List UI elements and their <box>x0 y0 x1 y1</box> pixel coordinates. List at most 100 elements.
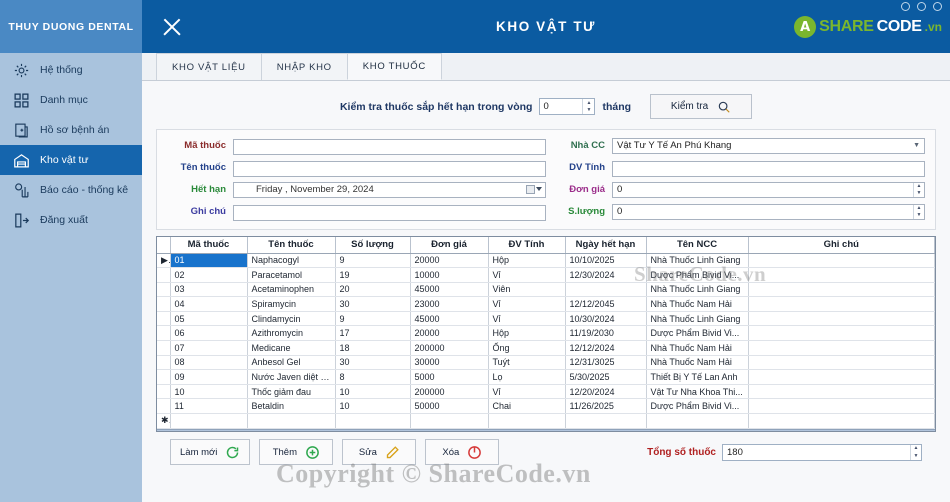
sidebar-item-ho-so-benh-an[interactable]: Hồ sơ bệnh án <box>0 115 142 145</box>
table-cell[interactable]: Viên <box>488 282 566 298</box>
table-cell[interactable]: 200000 <box>410 384 489 400</box>
table-cell[interactable]: Nhà Thuốc Linh Giang <box>646 282 749 298</box>
table-cell[interactable] <box>646 413 749 429</box>
table-cell[interactable]: 03 <box>170 282 248 298</box>
table-cell[interactable]: 8 <box>335 369 411 385</box>
table-cell[interactable]: Hộp <box>488 253 566 269</box>
stepper-down-icon[interactable]: ▼ <box>914 190 924 197</box>
row-selector[interactable] <box>157 355 171 371</box>
table-cell[interactable] <box>247 413 336 429</box>
table-cell[interactable]: 10 <box>335 384 411 400</box>
nha-cc-select[interactable]: Vật Tư Y Tế An Phú Khang ▼ <box>612 137 925 154</box>
table-cell[interactable]: 5000 <box>410 369 489 385</box>
table-cell[interactable]: Ống <box>488 340 566 356</box>
close-button[interactable] <box>933 2 942 11</box>
table-cell[interactable] <box>748 340 935 356</box>
table-cell[interactable]: Hộp <box>488 325 566 342</box>
table-row[interactable]: ▶ 01 Naphacogyl 9 20000 Hộp 10/10/2025 Nhà Thuố… <box>157 253 935 269</box>
refresh-button[interactable]: Làm mới <box>170 439 251 465</box>
table-cell[interactable] <box>748 325 935 342</box>
table-cell[interactable]: Dược Phẩm Bivid Vi... <box>646 267 749 283</box>
table-cell[interactable] <box>410 413 489 429</box>
table-cell[interactable]: Chai <box>488 398 566 415</box>
table-cell[interactable]: 18 <box>335 340 411 356</box>
drug-table[interactable]: Mã thuốc Tên thuốc Số lượng Đơn giá ĐV T… <box>156 236 936 432</box>
table-cell[interactable]: 01 <box>170 253 248 269</box>
table-cell[interactable] <box>748 296 935 312</box>
table-cell[interactable]: Vỉ <box>488 267 566 283</box>
table-cell[interactable] <box>748 267 935 283</box>
table-cell[interactable]: 10 <box>335 398 411 415</box>
row-selector[interactable] <box>157 369 171 385</box>
table-cell[interactable]: Anbesol Gel <box>247 355 336 371</box>
table-cell[interactable]: Thiết Bị Y Tế Lan Anh <box>646 369 749 385</box>
table-cell[interactable]: Nhà Thuốc Linh Giang <box>646 253 749 269</box>
table-cell[interactable]: 50000 <box>410 398 489 415</box>
table-row[interactable]: 10 Thốc giảm đau 10 200000 Vỉ 12/20/2024 Vật T… <box>157 384 935 400</box>
table-cell[interactable] <box>748 384 935 400</box>
table-row[interactable]: 02 Paracetamol 19 10000 Vỉ 12/30/2024 Dược Phẩ… <box>157 267 935 283</box>
row-selector[interactable] <box>157 282 171 298</box>
table-cell[interactable]: 23000 <box>410 296 489 312</box>
so-luong-stepper[interactable]: 0 ▲ ▼ <box>612 203 925 220</box>
table-cell[interactable]: Lọ <box>488 369 566 385</box>
edit-button[interactable]: Sửa <box>342 439 417 465</box>
table-cell[interactable]: 11 <box>170 398 248 415</box>
row-selector[interactable] <box>157 267 171 283</box>
table-cell[interactable]: 12/12/2024 <box>565 340 647 356</box>
column-header[interactable]: Số lượng <box>335 237 411 254</box>
table-row[interactable]: 03 Acetaminophen 20 45000 Viên Nhà Thuốc Linh… <box>157 282 935 298</box>
table-cell[interactable] <box>335 413 411 429</box>
months-input[interactable] <box>540 99 583 114</box>
table-cell[interactable]: 200000 <box>410 340 489 356</box>
row-selector[interactable] <box>157 325 171 342</box>
table-cell[interactable]: Tuýt <box>488 355 566 371</box>
table-cell[interactable]: 17 <box>335 325 411 342</box>
check-button[interactable]: Kiểm tra <box>650 94 753 119</box>
table-cell[interactable]: Thốc giảm đau <box>247 384 336 400</box>
table-cell[interactable]: 20000 <box>410 325 489 342</box>
row-selector[interactable] <box>157 296 171 312</box>
stepper-down-icon[interactable]: ▼ <box>583 107 594 115</box>
table-cell[interactable]: Azithromycin <box>247 325 336 342</box>
table-cell[interactable]: 20 <box>335 282 411 298</box>
minimize-button[interactable] <box>901 2 910 11</box>
table-cell[interactable]: 07 <box>170 340 248 356</box>
table-cell[interactable]: Nhà Thuốc Nam Hải <box>646 296 749 312</box>
ma-thuoc-input[interactable] <box>233 138 546 155</box>
table-cell[interactable]: Dược Phẩm Bivid Vi... <box>646 398 749 415</box>
table-cell[interactable]: 30 <box>335 296 411 312</box>
table-cell[interactable]: 10/30/2024 <box>565 311 647 327</box>
table-cell[interactable]: Dược Phẩm Bivid Vi... <box>646 325 749 342</box>
table-cell[interactable]: 10/10/2025 <box>565 253 647 269</box>
column-header[interactable]: Ghi chú <box>748 237 935 254</box>
tab-kho-vat-lieu[interactable]: KHO VẬT LIỆU <box>156 53 262 80</box>
table-cell[interactable]: 30 <box>335 355 411 371</box>
table-cell[interactable]: Naphacogyl <box>247 253 336 269</box>
table-cell[interactable]: Clindamycin <box>247 311 336 327</box>
table-cell[interactable]: 20000 <box>410 253 489 269</box>
sidebar-item-bao-cao-thong-ke[interactable]: Báo cáo - thống kê <box>0 175 142 205</box>
table-cell[interactable] <box>748 282 935 298</box>
table-cell[interactable]: 12/30/2024 <box>565 267 647 283</box>
table-cell[interactable] <box>565 413 647 429</box>
table-cell[interactable]: Nhà Thuốc Nam Hải <box>646 355 749 371</box>
table-cell[interactable]: Vật Tư Nha Khoa Thi... <box>646 384 749 400</box>
total-arrows[interactable]: ▲ ▼ <box>910 444 921 460</box>
row-selector[interactable]: ▶ <box>157 253 171 269</box>
table-cell[interactable]: Nhà Thuốc Nam Hải <box>646 340 749 356</box>
table-cell[interactable]: Nhà Thuốc Linh Giang <box>646 311 749 327</box>
table-row[interactable]: 09 Nước Javen diệt tuỷ 8 5000 Lọ 5/30/2025 Thi… <box>157 369 935 385</box>
calendar-dropdown-icon[interactable] <box>526 184 542 194</box>
het-han-datepicker[interactable]: Friday , November 29, 2024 <box>233 181 546 198</box>
column-header[interactable]: Mã thuốc <box>170 237 248 254</box>
stepper-down-icon[interactable]: ▼ <box>914 212 924 219</box>
months-stepper[interactable]: ▲ ▼ <box>539 98 596 115</box>
table-cell[interactable]: 05 <box>170 311 248 327</box>
table-cell[interactable]: 08 <box>170 355 248 371</box>
stepper-up-icon[interactable]: ▲ <box>914 205 924 212</box>
tab-nhap-kho[interactable]: NHẬP KHO <box>260 53 348 80</box>
column-header[interactable]: ĐV Tính <box>488 237 566 254</box>
row-selector[interactable] <box>157 384 171 400</box>
table-cell[interactable]: Spiramycin <box>247 296 336 312</box>
